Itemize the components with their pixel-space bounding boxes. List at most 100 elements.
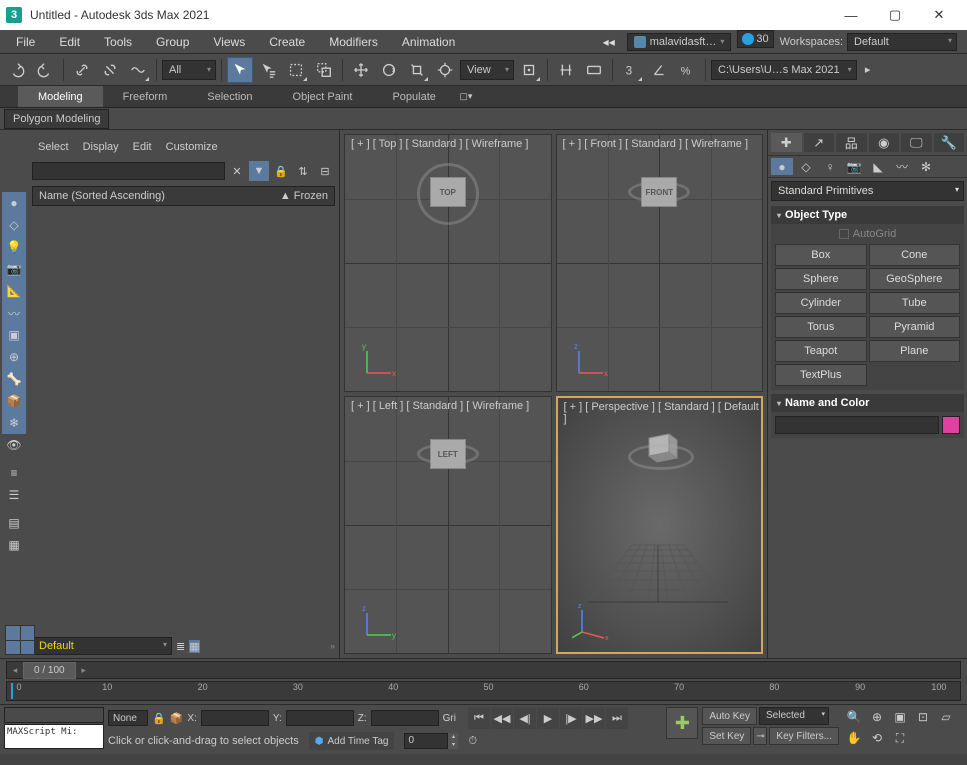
viewport-layout-button[interactable]: [5, 625, 35, 655]
filter-cameras-icon[interactable]: 📷: [2, 258, 26, 280]
viewcube-top[interactable]: TOP: [424, 173, 472, 221]
primitive-sphere-button[interactable]: Sphere: [775, 268, 867, 290]
ribbon-tab-freeform[interactable]: Freeform: [103, 86, 188, 107]
key-target-selector[interactable]: Selected: [759, 707, 829, 725]
primitive-cylinder-button[interactable]: Cylinder: [775, 292, 867, 314]
menu-edit[interactable]: Edit: [47, 30, 92, 53]
filter-xrefs-icon[interactable]: ⊕: [2, 346, 26, 368]
menu-modifiers[interactable]: Modifiers: [317, 30, 390, 53]
pivot-center-button[interactable]: [516, 57, 542, 83]
viewcube-front[interactable]: FRONT: [635, 173, 683, 221]
time-slider[interactable]: ◂ 0 / 100 ▸: [6, 661, 961, 679]
viewcube-left[interactable]: LEFT: [424, 435, 472, 483]
explorer-menu-select[interactable]: Select: [38, 141, 69, 153]
time-ruler[interactable]: 0 10 20 30 40 50 60 70 80 90 100: [6, 681, 961, 701]
subcat-helpers-icon[interactable]: ◣: [867, 158, 889, 175]
subcat-systems-icon[interactable]: ✻: [915, 158, 937, 175]
autosave-timer[interactable]: 30: [737, 30, 773, 48]
explorer-menu-edit[interactable]: Edit: [133, 141, 152, 153]
primitive-teapot-button[interactable]: Teapot: [775, 340, 867, 362]
subcat-shapes-icon[interactable]: ◇: [795, 158, 817, 175]
project-path-selector[interactable]: C:\Users\U…s Max 2021: [711, 60, 857, 80]
explorer-lock-icon[interactable]: 🔒: [271, 161, 291, 181]
filter-helpers-icon[interactable]: 📐: [2, 280, 26, 302]
bind-spacewarp-button[interactable]: [125, 57, 151, 83]
z-field[interactable]: [371, 710, 439, 726]
primitive-box-button[interactable]: Box: [775, 244, 867, 266]
explorer-display-children-icon[interactable]: ≡: [2, 462, 26, 484]
subcat-cameras-icon[interactable]: 📷: [843, 158, 865, 175]
scale-button[interactable]: [404, 57, 430, 83]
viewport-perspective[interactable]: [ + ] [ Perspective ] [ Standard ] [ Def…: [556, 396, 764, 654]
toolbar-overflow-button[interactable]: ▸: [859, 57, 877, 83]
explorer-search-input[interactable]: [32, 162, 225, 180]
zoom-extents-all-button[interactable]: ⊡: [912, 707, 934, 727]
primitive-pyramid-button[interactable]: Pyramid: [869, 316, 961, 338]
x-field[interactable]: [201, 710, 269, 726]
filter-frozen-icon[interactable]: ❄: [2, 412, 26, 434]
primitive-cone-button[interactable]: Cone: [869, 244, 961, 266]
unlink-button[interactable]: [97, 57, 123, 83]
ref-coord-selector[interactable]: View: [460, 60, 514, 80]
placement-button[interactable]: [432, 57, 458, 83]
time-slider-thumb[interactable]: 0 / 100: [23, 662, 76, 679]
viewport-front[interactable]: [ + ] [ Front ] [ Standard ] [ Wireframe…: [556, 134, 764, 392]
object-name-input[interactable]: [775, 416, 939, 434]
layer-stack-icon[interactable]: ≣: [176, 640, 185, 653]
isolate-icon[interactable]: 📦: [170, 712, 184, 725]
explorer-display-influences-icon[interactable]: ☰: [2, 484, 26, 506]
explorer-search-clear-icon[interactable]: ✕: [227, 161, 247, 181]
filter-spacewarps-icon[interactable]: 〰: [2, 302, 26, 324]
orbit-button[interactable]: ⟲: [866, 728, 888, 748]
layer-selector[interactable]: Default: [32, 637, 172, 655]
tab-modify[interactable]: ↗: [804, 133, 835, 152]
tab-create[interactable]: ✚: [771, 133, 802, 152]
rotate-button[interactable]: [376, 57, 402, 83]
ribbon-tab-selection[interactable]: Selection: [187, 86, 272, 107]
primitive-torus-button[interactable]: Torus: [775, 316, 867, 338]
primitive-textplus-button[interactable]: TextPlus: [775, 364, 867, 386]
explorer-select-dependents-icon[interactable]: ▤: [2, 512, 26, 534]
selection-lock-icon[interactable]: 🔒: [152, 712, 166, 725]
snap-toggle-button[interactable]: 3: [618, 57, 644, 83]
filter-lights-icon[interactable]: 💡: [2, 236, 26, 258]
setkey-button[interactable]: Set Key: [702, 727, 751, 745]
angle-snap-button[interactable]: [646, 57, 672, 83]
link-button[interactable]: [69, 57, 95, 83]
maxscript-listener[interactable]: MAXScript Mi:: [4, 707, 104, 749]
goto-end-button[interactable]: ⏭: [606, 707, 628, 729]
zoom-all-button[interactable]: ⊕: [866, 707, 888, 727]
filter-geometry-icon[interactable]: ●: [2, 192, 26, 214]
primitive-geosphere-button[interactable]: GeoSphere: [869, 268, 961, 290]
explorer-view-icon[interactable]: ⊟: [315, 161, 335, 181]
workspace-selector[interactable]: Default: [847, 33, 957, 51]
percent-snap-button[interactable]: %: [674, 57, 700, 83]
maximize-button[interactable]: ▢: [873, 0, 917, 30]
primitive-plane-button[interactable]: Plane: [869, 340, 961, 362]
selection-filter-selector[interactable]: All: [162, 60, 216, 80]
viewport-left[interactable]: [ + ] [ Left ] [ Standard ] [ Wireframe …: [344, 396, 552, 654]
explorer-tree[interactable]: [32, 208, 335, 634]
zoom-button[interactable]: 🔍: [843, 707, 865, 727]
time-config-icon[interactable]: ⏱: [468, 735, 477, 748]
ribbon-tab-object-paint[interactable]: Object Paint: [273, 86, 373, 107]
set-key-large-button[interactable]: ✚: [666, 707, 698, 739]
layer-add-icon[interactable]: ▦: [189, 640, 199, 653]
menu-group[interactable]: Group: [144, 30, 201, 53]
ribbon-tab-modeling[interactable]: Modeling: [18, 86, 103, 107]
current-frame-spinner[interactable]: 0▴▾: [404, 733, 458, 749]
explorer-more-icon[interactable]: »: [330, 641, 335, 651]
menu-file[interactable]: File: [4, 30, 47, 53]
rollout-name-color-header[interactable]: Name and Color: [771, 394, 964, 412]
filter-containers-icon[interactable]: 📦: [2, 390, 26, 412]
explorer-column-header[interactable]: Name (Sorted Ascending) ▲ Frozen: [32, 186, 335, 206]
close-button[interactable]: ✕: [917, 0, 961, 30]
tab-motion[interactable]: ◉: [869, 133, 900, 152]
subcat-spacewarps-icon[interactable]: 〰: [891, 158, 913, 175]
keyboard-shortcut-button[interactable]: [581, 57, 607, 83]
field-of-view-button[interactable]: ▱: [935, 707, 957, 727]
redo-button[interactable]: [32, 57, 58, 83]
menu-views[interactable]: Views: [201, 30, 257, 53]
y-field[interactable]: [286, 710, 354, 726]
select-object-button[interactable]: [227, 57, 253, 83]
